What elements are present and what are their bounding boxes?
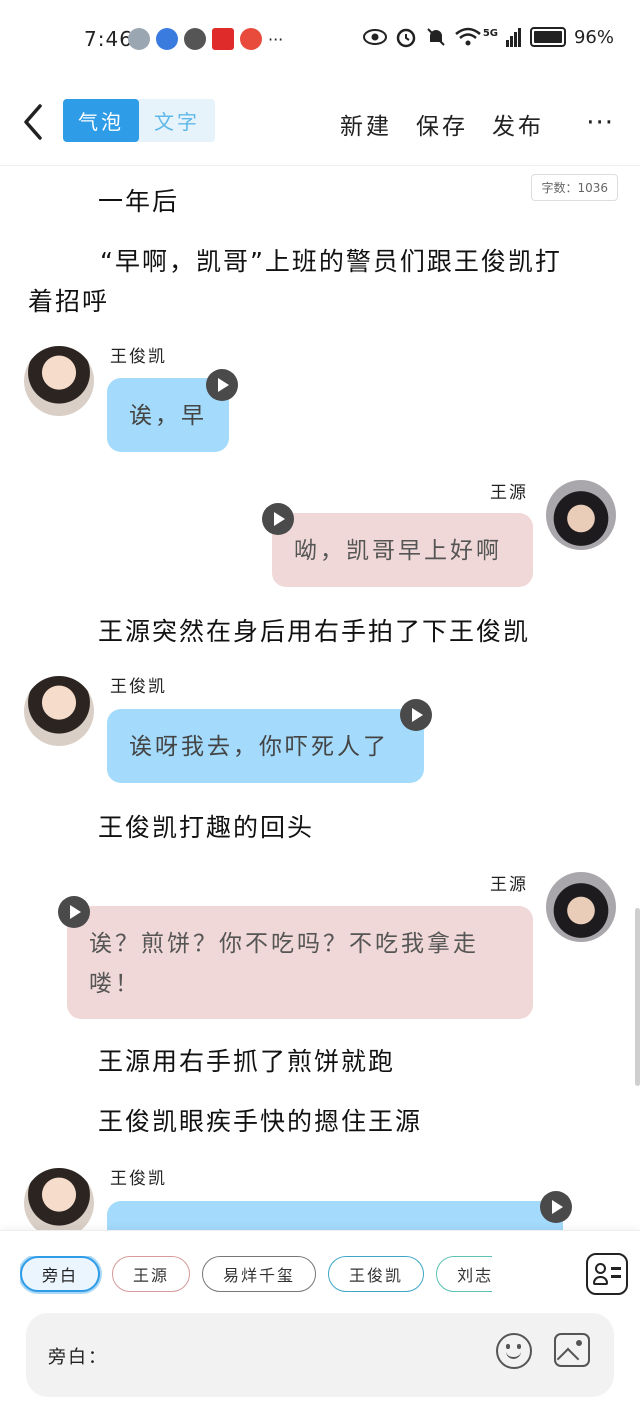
chat-bubble[interactable]: 诶？煎饼？你不吃吗？不吃我拿走 喽！ — [67, 906, 533, 1019]
story-content[interactable]: 一年后 “早啊，凯哥”上班的警员们跟王俊凯打 着招呼 王俊凯 诶，早 王源 呦，… — [0, 166, 640, 1230]
role-chip-yiyangqianxi[interactable]: 易烊千玺 — [202, 1256, 317, 1292]
battery-percent: 96% — [573, 26, 614, 48]
browser-icon — [156, 28, 178, 50]
mode-toggle: 气泡 文字 — [63, 99, 215, 142]
signal-icon — [505, 28, 521, 47]
status-indicators: 5G 96% — [362, 26, 614, 48]
avatar-wangjunkai[interactable] — [24, 1168, 94, 1230]
avatar-wangjunkai[interactable] — [24, 346, 94, 416]
bottom-input-panel: 旁白 王源 易烊千玺 王俊凯 刘志 旁白： — [0, 1230, 640, 1422]
role-manager-icon[interactable] — [586, 1253, 628, 1295]
play-audio-icon[interactable] — [206, 369, 238, 401]
input-role-label: 旁白： — [48, 1347, 108, 1368]
play-audio-icon[interactable] — [262, 503, 294, 535]
narration-line[interactable]: 王源突然在身后用右手拍了下王俊凯 — [98, 612, 530, 652]
message-input[interactable]: 旁白： — [26, 1313, 614, 1397]
wifi-icon — [455, 27, 481, 46]
role-chip-wangjunkai[interactable]: 王俊凯 — [328, 1256, 425, 1292]
chat-bubble[interactable]: 诶呀我去，你吓死人了 — [107, 709, 424, 783]
avatar-wangjunkai[interactable] — [24, 676, 94, 746]
eye-icon — [362, 29, 387, 45]
narration-line[interactable]: 着招呼 — [28, 282, 109, 322]
mode-bubble-tab[interactable]: 气泡 — [63, 99, 139, 142]
role-chip-wangyuan[interactable]: 王源 — [112, 1256, 191, 1292]
xiaohongshu-icon — [212, 28, 234, 50]
bubble-text-line: 喽！ — [89, 971, 141, 997]
play-audio-icon[interactable] — [540, 1191, 572, 1223]
top-navigation: 气泡 文字 新建 保存 发布 ··· — [0, 80, 640, 166]
avatar-wangyuan[interactable] — [546, 480, 616, 550]
mode-text-tab[interactable]: 文字 — [139, 99, 215, 142]
speaker-name: 王俊凯 — [110, 1169, 167, 1189]
more-menu-button[interactable]: ··· — [586, 108, 614, 138]
avatar-wangyuan[interactable] — [546, 872, 616, 942]
image-icon[interactable] — [554, 1333, 590, 1367]
play-audio-icon[interactable] — [400, 699, 432, 731]
more-notifications-icon: ··· — [268, 29, 284, 49]
battery-icon — [529, 27, 566, 47]
bubble-text-line: 诶？煎饼？你不吃吗？不吃我拿走 — [89, 931, 479, 957]
weibo-icon — [240, 28, 262, 50]
mute-bell-icon — [427, 28, 445, 46]
emoji-icon[interactable] — [496, 1333, 532, 1369]
save-button[interactable]: 保存 — [416, 107, 468, 141]
app-notification-icon — [128, 28, 150, 50]
speaker-name: 王俊凯 — [110, 677, 167, 697]
back-arrow-icon[interactable] — [18, 102, 50, 142]
speaker-name: 王源 — [490, 875, 528, 895]
narration-line[interactable]: 王俊凯眼疾手快的摁住王源 — [98, 1102, 422, 1142]
speaker-name: 王俊凯 — [110, 347, 167, 367]
role-chip-list: 旁白 王源 易烊千玺 王俊凯 刘志 — [20, 1256, 492, 1296]
status-bar: 7:46 ··· 5G 96% — [0, 0, 640, 80]
play-audio-icon[interactable] — [58, 896, 90, 928]
status-app-icons: ··· — [128, 28, 283, 50]
speaker-name: 王源 — [490, 483, 528, 503]
chat-bubble[interactable]: 呦，凯哥早上好啊 — [272, 513, 533, 587]
narration-line[interactable]: 王俊凯打趣的回头 — [98, 808, 314, 848]
nav-actions: 新建 保存 发布 — [340, 107, 544, 141]
narration-line[interactable]: 王源用右手抓了煎饼就跑 — [98, 1042, 395, 1082]
publish-button[interactable]: 发布 — [492, 107, 544, 141]
narration-line[interactable]: “早啊，凯哥”上班的警员们跟王俊凯打 — [100, 242, 562, 282]
role-chip-narrator[interactable]: 旁白 — [20, 1256, 101, 1292]
scrollbar-thumb[interactable] — [635, 908, 640, 1086]
alarm-icon — [396, 28, 416, 48]
network-type: 5G — [482, 27, 498, 39]
narration-line[interactable]: 一年后 — [98, 182, 179, 222]
new-button[interactable]: 新建 — [340, 107, 392, 141]
word-count-badge: 字数：1036 — [531, 174, 618, 201]
chat-bubble[interactable] — [107, 1201, 563, 1230]
wechat-icon — [184, 28, 206, 50]
role-chip-liuzhi[interactable]: 刘志 — [436, 1256, 492, 1292]
status-time: 7:46 — [84, 27, 133, 51]
